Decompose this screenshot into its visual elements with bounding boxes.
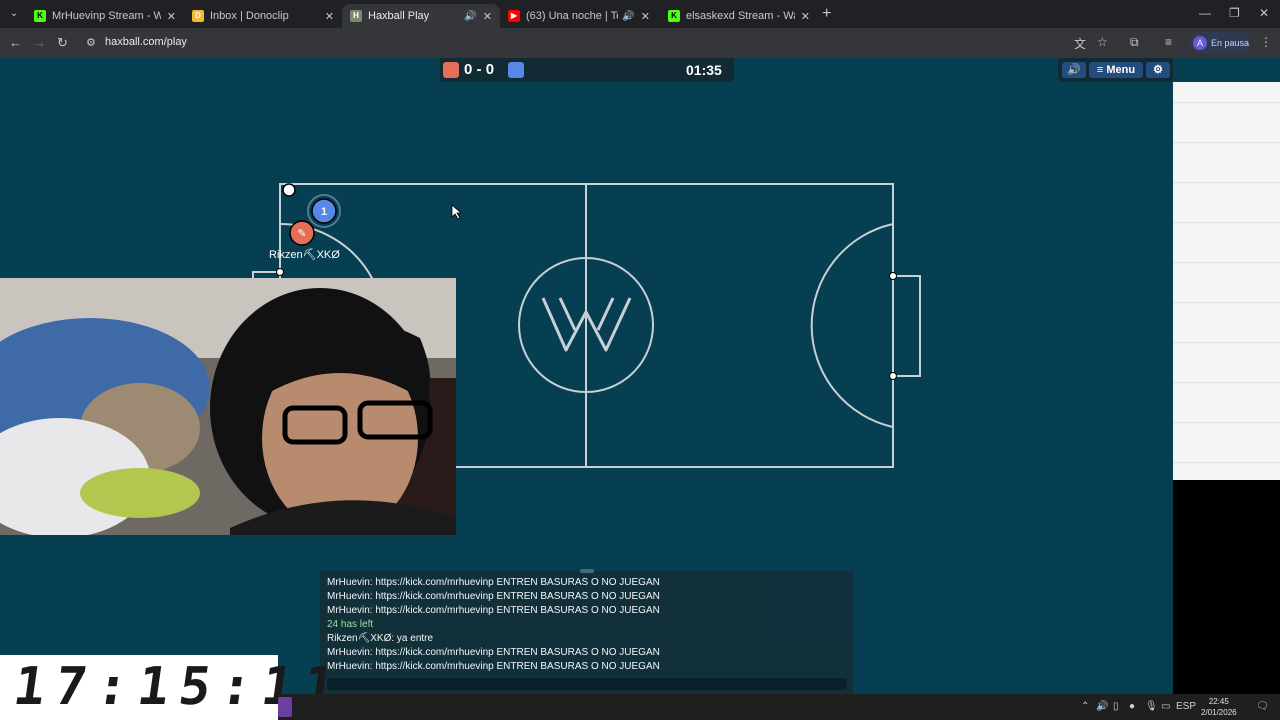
panel-divider bbox=[1173, 102, 1280, 103]
scoreboard: 0 - 0 01:35 bbox=[440, 58, 734, 82]
chat-message: MrHuevin: https://kick.com/mrhuevinp ENT… bbox=[327, 591, 660, 602]
game-top-buttons: 🔊 ≡ Menu ⚙ bbox=[1058, 58, 1173, 82]
chat-resize-handle[interactable] bbox=[580, 569, 594, 573]
blue-team-indicator bbox=[508, 62, 524, 78]
volume-icon[interactable]: 🔊 bbox=[1096, 701, 1108, 712]
red-player-avatar-icon: ✎ bbox=[297, 227, 306, 240]
menu-button[interactable]: ≡ Menu bbox=[1089, 62, 1143, 78]
window-close-icon[interactable]: ✕ bbox=[1259, 6, 1269, 20]
blue-player-number: 1 bbox=[321, 206, 327, 218]
goal-post bbox=[889, 372, 897, 380]
profile-button[interactable]: A En pausa bbox=[1190, 32, 1250, 54]
language-indicator[interactable]: ESP bbox=[1176, 701, 1196, 712]
panel-divider bbox=[1173, 262, 1280, 263]
right-goal bbox=[893, 275, 921, 377]
goal-post bbox=[276, 268, 284, 276]
side-ad-panel bbox=[1173, 82, 1280, 480]
chat-message: MrHuevin: https://kick.com/mrhuevinp ENT… bbox=[327, 647, 660, 658]
sound-button[interactable]: 🔊 bbox=[1062, 62, 1086, 78]
windows-taskbar: ⌃ 🔊 ▯ ● 🎙 ▭ ESP 22:45 2/01/2026 🗨 bbox=[278, 694, 1280, 720]
settings-button[interactable]: ⚙ bbox=[1146, 62, 1170, 78]
taskbar-app-icon[interactable] bbox=[278, 697, 292, 717]
panel-divider bbox=[1173, 382, 1280, 383]
system-date: 2/01/2026 bbox=[1201, 708, 1237, 717]
panel-divider bbox=[1173, 302, 1280, 303]
profile-status: En pausa bbox=[1211, 38, 1250, 48]
avatar: A bbox=[1193, 36, 1207, 50]
chat-message: MrHuevin: https://kick.com/mrhuevinp ENT… bbox=[327, 605, 660, 616]
panel-divider bbox=[1173, 142, 1280, 143]
right-penalty-arc bbox=[810, 223, 894, 428]
monitor-icon[interactable]: ▭ bbox=[1161, 701, 1170, 712]
panel-divider bbox=[1173, 222, 1280, 223]
panel-divider bbox=[1173, 462, 1280, 463]
panel-divider bbox=[1173, 422, 1280, 423]
chat-panel: MrHuevin: https://kick.com/mrhuevinp ENT… bbox=[320, 569, 853, 694]
speaker-icon: 🔊 bbox=[1067, 64, 1081, 76]
score-blue: 0 bbox=[485, 61, 495, 78]
chevron-up-icon[interactable]: ⌃ bbox=[1081, 701, 1089, 712]
notification-icon[interactable]: 🗨 bbox=[1256, 701, 1269, 712]
goal-post bbox=[889, 272, 897, 280]
overlay-clock: 17:15:11 bbox=[0, 655, 349, 720]
battery-icon[interactable]: ▯ bbox=[1113, 701, 1119, 712]
system-time: 22:45 bbox=[1208, 697, 1229, 706]
panel-divider bbox=[1173, 182, 1280, 183]
ball bbox=[282, 183, 296, 197]
chat-message: Rikzen⛏XKØ: ya entre bbox=[327, 633, 434, 644]
game-timer: 01:35 bbox=[686, 62, 722, 78]
mouse-cursor-icon bbox=[451, 204, 463, 220]
player-name: Rikzen⛏XKØ bbox=[269, 249, 340, 261]
webcam-overlay bbox=[0, 278, 456, 535]
system-clock[interactable]: 22:45 2/01/2026 bbox=[1201, 696, 1237, 718]
gear-icon: ⚙ bbox=[1153, 64, 1163, 76]
hamburger-icon: ≡ bbox=[1096, 64, 1104, 76]
chat-message: MrHuevin: https://kick.com/mrhuevinp ENT… bbox=[327, 577, 660, 588]
score: 0 - 0 bbox=[464, 61, 494, 78]
red-team-indicator bbox=[443, 62, 459, 78]
webcam-image bbox=[0, 278, 456, 535]
chat-message: MrHuevin: https://kick.com/mrhuevinp ENT… bbox=[327, 661, 660, 672]
menu-label: Menu bbox=[1106, 64, 1136, 76]
browser-menu-icon[interactable]: ⋮ bbox=[1260, 35, 1272, 49]
score-red: 0 bbox=[464, 61, 473, 78]
chat-input[interactable] bbox=[327, 678, 847, 690]
score-separator: - bbox=[476, 61, 482, 78]
microphone-icon[interactable]: 🎙 bbox=[1145, 701, 1158, 712]
record-icon[interactable]: ● bbox=[1129, 701, 1135, 712]
restore-icon[interactable]: ❐ bbox=[1229, 6, 1240, 20]
chat-message: 24 has left bbox=[327, 619, 374, 630]
minimize-icon[interactable]: — bbox=[1199, 6, 1211, 20]
panel-divider bbox=[1173, 342, 1280, 343]
black-panel bbox=[1173, 480, 1280, 694]
